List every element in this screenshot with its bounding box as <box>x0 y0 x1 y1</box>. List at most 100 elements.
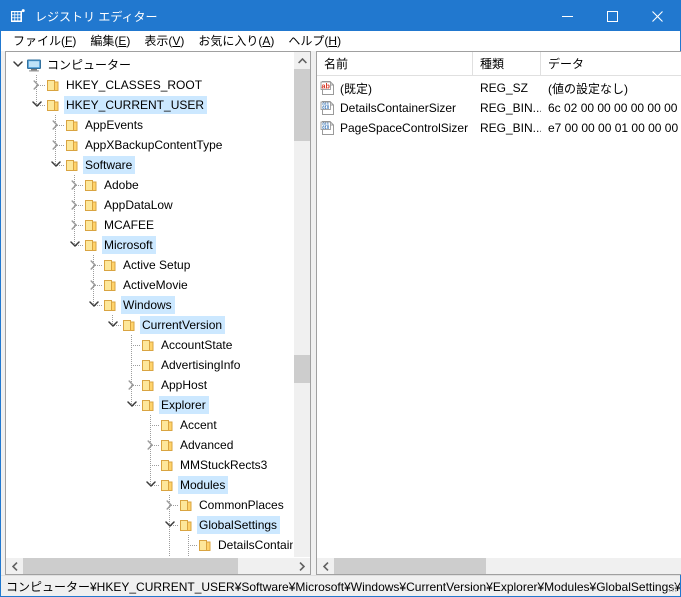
tree-item-label: ActiveMovie <box>123 278 188 292</box>
folder-icon <box>140 377 156 393</box>
menu-file-tail: ) <box>72 33 77 48</box>
tree-item[interactable]: AdvertisingInfo <box>6 355 293 375</box>
registry-tree[interactable]: コンピューター HKEY_CLASSES_ROOT HKEY_CURRENT_USE… <box>6 55 293 557</box>
menu-file-label: ファイル( <box>13 33 65 48</box>
tree-scroll-left-button[interactable] <box>6 558 23 574</box>
listview-body[interactable]: ab (既定) REG_SZ (値の設定なし) 011 010 DetailsContain… <box>317 76 681 557</box>
value-row[interactable]: 011 010 DetailsContainerSizer REG_BIN... 6c … <box>317 98 681 118</box>
chevron-right-icon[interactable] <box>124 375 140 395</box>
menu-view[interactable]: 表示(V) <box>137 32 191 51</box>
chevron-down-icon[interactable] <box>105 315 121 335</box>
column-header-data[interactable]: データ <box>541 52 681 75</box>
tree-item-label: AppDataLow <box>104 198 173 212</box>
chevron-right-icon[interactable] <box>143 435 159 455</box>
tree-scroll-area: コンピューター HKEY_CLASSES_ROOT HKEY_CURRENT_USE… <box>6 52 310 557</box>
list-hscroll-thumb[interactable] <box>334 558 486 574</box>
tree-item[interactable]: Active Setup <box>6 255 293 275</box>
menu-favorites-label: お気に入り( <box>198 33 263 48</box>
tree-scroll-right-button[interactable] <box>293 558 310 574</box>
menu-help[interactable]: ヘルプ(H) <box>281 32 348 51</box>
tree-item[interactable]: DetailsContainer <box>6 535 293 555</box>
chevron-right-icon[interactable] <box>67 195 83 215</box>
tree-item[interactable]: Software <box>6 155 293 175</box>
tree-item[interactable]: Explorer <box>6 395 293 415</box>
chevron-down-icon[interactable] <box>48 155 64 175</box>
tree-item[interactable]: HKEY_CURRENT_USER <box>6 95 293 115</box>
tree-twisty-empty <box>181 535 197 555</box>
tree-item[interactable]: AppHost <box>6 375 293 395</box>
tree-item[interactable]: GlobalSettings <box>6 515 293 535</box>
minimize-button[interactable] <box>545 1 590 31</box>
chevron-down-icon[interactable] <box>10 55 26 75</box>
title-bar: レジストリ エディター <box>1 1 680 31</box>
chevron-down-icon[interactable] <box>86 295 102 315</box>
value-data-cell: 6c 02 00 00 00 00 00 00 00 <box>548 101 681 115</box>
tree-item-label: AccountState <box>161 338 233 352</box>
tree-item[interactable]: MCAFEE <box>6 215 293 235</box>
svg-text:010: 010 <box>322 125 330 130</box>
tree-item[interactable]: Windows <box>6 295 293 315</box>
menu-edit-label: 編集( <box>90 33 119 48</box>
folder-icon <box>102 297 118 313</box>
tree-item[interactable]: AccountState <box>6 335 293 355</box>
chevron-right-icon[interactable] <box>48 115 64 135</box>
column-header-type[interactable]: 種類 <box>473 52 541 75</box>
tree-item[interactable]: MMStuckRects3 <box>6 455 293 475</box>
close-button[interactable] <box>635 1 680 31</box>
menu-favorites[interactable]: お気に入り(A) <box>191 32 281 51</box>
tree-item[interactable]: AppEvents <box>6 115 293 135</box>
tree-item[interactable]: Adobe <box>6 175 293 195</box>
tree-item[interactable]: CommonPlaces <box>6 495 293 515</box>
chevron-right-icon[interactable] <box>67 215 83 235</box>
list-horizontal-scrollbar[interactable] <box>317 557 681 574</box>
chevron-down-icon[interactable] <box>124 395 140 415</box>
tree-item-label: Adobe <box>104 178 139 192</box>
menu-file[interactable]: ファイル(F) <box>6 32 83 51</box>
status-bar: コンピューター¥HKEY_CURRENT_USER¥Software¥Micro… <box>1 575 680 596</box>
folder-icon <box>159 417 175 433</box>
menu-edit[interactable]: 編集(E) <box>83 32 137 51</box>
tree-hscroll-thumb[interactable] <box>23 558 238 574</box>
chevron-right-icon[interactable] <box>67 175 83 195</box>
maximize-button[interactable] <box>590 1 635 31</box>
tree-item[interactable]: Modules <box>6 475 293 495</box>
value-row[interactable]: 011 010 PageSpaceControlSizer REG_BIN... e7 … <box>317 118 681 138</box>
folder-icon <box>83 197 99 213</box>
chevron-down-icon[interactable] <box>143 475 159 495</box>
tree-item-label: コンピューター <box>47 58 132 72</box>
resize-grip[interactable] <box>666 582 678 594</box>
tree-horizontal-scrollbar[interactable] <box>6 557 310 574</box>
list-scroll-left-button[interactable] <box>317 558 334 574</box>
value-name-cell: ab (既定) <box>317 80 473 97</box>
tree-item[interactable]: CurrentVersion <box>6 315 293 335</box>
chevron-right-icon[interactable] <box>86 275 102 295</box>
chevron-right-icon[interactable] <box>86 255 102 275</box>
chevron-right-icon[interactable] <box>162 495 178 515</box>
tree-item[interactable]: AppDataLow <box>6 195 293 215</box>
chevron-right-icon[interactable] <box>48 135 64 155</box>
tree-item[interactable]: コンピューター <box>6 55 293 75</box>
tree-item[interactable]: Accent <box>6 415 293 435</box>
value-row[interactable]: ab (既定) REG_SZ (値の設定なし) <box>317 78 681 98</box>
chevron-right-icon[interactable] <box>29 75 45 95</box>
tree-item[interactable]: HKEY_CLASSES_ROOT <box>6 75 293 95</box>
menu-help-accel: H <box>328 33 338 48</box>
tree-item[interactable]: AppXBackupContentType <box>6 135 293 155</box>
caption-buttons <box>545 1 680 31</box>
folder-icon <box>140 357 156 373</box>
tree-item[interactable]: Advanced <box>6 435 293 455</box>
tree-item[interactable]: ActiveMovie <box>6 275 293 295</box>
tree-scroll-thumb[interactable] <box>294 69 310 141</box>
tree-scroll-thumb-secondary[interactable] <box>294 355 310 383</box>
value-type-cell: REG_BIN... <box>480 101 541 115</box>
tree-item-label: MCAFEE <box>104 218 155 232</box>
chevron-down-icon[interactable] <box>67 235 83 255</box>
tree-item[interactable]: Microsoft <box>6 235 293 255</box>
tree-scroll-up-button[interactable] <box>294 52 310 69</box>
tree-vertical-scrollbar[interactable] <box>293 52 310 557</box>
tree-hscroll-track[interactable] <box>23 558 293 574</box>
chevron-down-icon[interactable] <box>162 515 178 535</box>
list-hscroll-track[interactable] <box>334 558 678 574</box>
column-header-name[interactable]: 名前 <box>317 52 473 75</box>
chevron-down-icon[interactable] <box>29 95 45 115</box>
